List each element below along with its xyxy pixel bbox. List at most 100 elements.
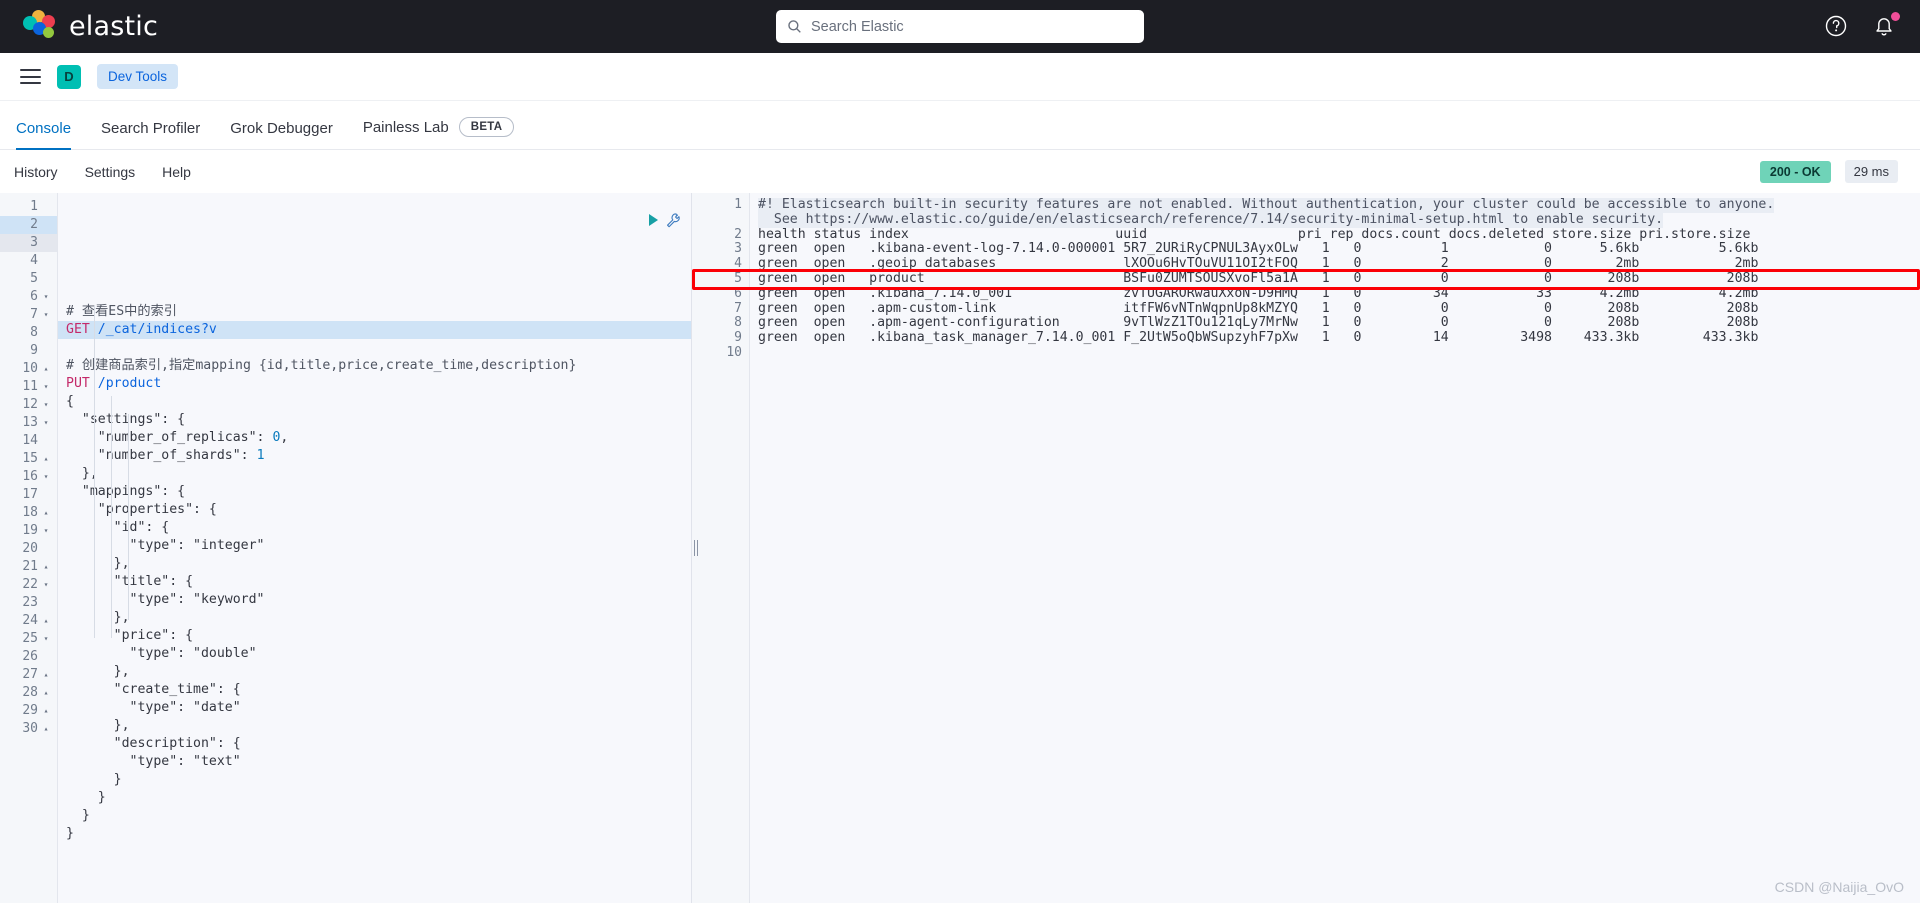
editor-line[interactable] xyxy=(58,339,691,357)
console-panes: 1 2 3 4 5 6 ▾ 7 ▾ 8 9 10 ▴ 11 ▾ 12 ▾ 13 ▾ 14 15 ▴ 16 ▾ 17 18 ▴ 19 ▾ 2… xyxy=(0,193,1920,903)
editor-line-number: 25 ▾ xyxy=(22,631,49,646)
dev-tools-tabs: Console Search Profiler Grok Debugger Pa… xyxy=(0,101,1920,150)
editor-line-number: 2 xyxy=(0,216,57,234)
editor-line[interactable]: "mappings": { xyxy=(58,483,691,501)
editor-line[interactable]: "type": "text" xyxy=(58,753,691,771)
console-toolbar: History Settings Help 200 - OK 29 ms xyxy=(0,150,1920,193)
editor-line-number: 27 ▴ xyxy=(22,667,49,682)
response-line: See https://www.elastic.co/guide/en/elas… xyxy=(758,211,1664,228)
search-input[interactable] xyxy=(811,18,1133,35)
editor-line[interactable]: "settings": { xyxy=(58,411,691,429)
editor-line[interactable]: } xyxy=(58,807,691,825)
elastic-brand[interactable]: elastic xyxy=(22,9,159,44)
editor-actions[interactable] xyxy=(649,211,691,229)
editor-line[interactable]: } xyxy=(58,789,691,807)
editor-line-number: 13 ▾ xyxy=(22,415,49,430)
editor-content[interactable]: # 查看ES中的索引 GET /_cat/indices?v # 创建商品索引,指… xyxy=(58,193,691,903)
editor-line-number: 12 ▾ xyxy=(22,397,49,412)
editor-line-number: 20 xyxy=(22,541,38,556)
editor-line-number: 30 ▴ xyxy=(22,721,49,736)
history-button[interactable]: History xyxy=(14,164,58,180)
pane-resizer[interactable] xyxy=(691,193,701,903)
status-badge: 200 - OK xyxy=(1759,160,1831,183)
editor-line-number: 19 ▾ xyxy=(22,523,49,538)
tab-search-profiler[interactable]: Search Profiler xyxy=(101,120,200,149)
run-request-icon[interactable] xyxy=(649,214,658,226)
request-options-icon[interactable] xyxy=(665,212,682,229)
editor-line[interactable]: "description": { xyxy=(58,735,691,753)
editor-line[interactable]: }, xyxy=(58,717,691,735)
editor-line-number: 16 ▾ xyxy=(22,469,49,484)
editor-line-number: 29 ▴ xyxy=(22,703,49,718)
editor-line[interactable]: "title": { xyxy=(58,573,691,591)
hamburger-menu-icon[interactable] xyxy=(20,69,41,84)
editor-line-number: 18 ▴ xyxy=(22,505,49,520)
brand-name: elastic xyxy=(69,11,159,42)
editor-line-number: 23 xyxy=(22,595,38,610)
editor-line[interactable]: "type": "keyword" xyxy=(58,591,691,609)
response-pane[interactable]: 1 2 3 4 5 6 7 8 9 10 #! Elasticsearch built-in se… xyxy=(692,193,1920,903)
editor-line-number: 22 ▾ xyxy=(22,577,49,592)
request-editor[interactable]: 1 2 3 4 5 6 ▾ 7 ▾ 8 9 10 ▴ 11 ▾ 12 ▾ 13 ▾ 14 15 ▴ 16 ▾ 17 18 ▴ 19 ▾ 2… xyxy=(0,193,692,903)
help-button[interactable]: Help xyxy=(162,164,191,180)
settings-button[interactable]: Settings xyxy=(85,164,136,180)
editor-line-number: 7 ▾ xyxy=(30,307,49,322)
editor-line[interactable]: }, xyxy=(58,555,691,573)
editor-line[interactable]: }, xyxy=(58,663,691,681)
tab-grok-debugger[interactable]: Grok Debugger xyxy=(230,120,333,149)
tab-console[interactable]: Console xyxy=(16,120,72,150)
response-line: green open .kibana_task_manager_7.14.0_0… xyxy=(758,330,1759,346)
editor-line[interactable]: "type": "integer" xyxy=(58,537,691,555)
editor-line-number: 15 ▴ xyxy=(22,451,49,466)
response-line: green open .apm-agent-configuration 9vTl… xyxy=(758,315,1759,331)
editor-line[interactable]: } xyxy=(58,825,691,843)
editor-line-number: 24 ▴ xyxy=(22,613,49,628)
editor-line[interactable]: "type": "double" xyxy=(58,645,691,663)
watermark: CSDN @Naijia_OvO xyxy=(1774,879,1904,895)
response-line: green open .apm-custom-link itfFW6vNTnWq… xyxy=(758,300,1759,316)
editor-line[interactable]: PUT /product xyxy=(58,375,691,393)
response-line: #! Elasticsearch built-in security featu… xyxy=(758,197,1775,213)
response-line: green open .geoip_databases lXOOu6HvTOuV… xyxy=(758,256,1759,272)
editor-line-number: 8 xyxy=(30,325,38,340)
editor-line-number: 26 xyxy=(22,649,38,664)
editor-line[interactable]: # 创建商品索引,指定mapping {id,title,price,creat… xyxy=(58,357,691,375)
help-icon[interactable] xyxy=(1824,14,1850,40)
response-line: green open .kibana_7.14.0_001 zvTUGARORw… xyxy=(758,285,1759,301)
breadcrumb-bar: D Dev Tools xyxy=(0,53,1920,101)
editor-line[interactable]: # 查看ES中的索引 xyxy=(58,303,691,321)
response-line: green open product BSFu0ZUMTSOUSXvoFl5a1… xyxy=(758,270,1759,286)
response-line xyxy=(750,346,1920,361)
elastic-logo-icon xyxy=(22,9,56,44)
editor-line-number: 9 xyxy=(30,343,38,358)
editor-line[interactable]: "id": { xyxy=(58,519,691,537)
editor-line[interactable]: "type": "date" xyxy=(58,699,691,717)
global-search[interactable] xyxy=(776,10,1144,43)
editor-line[interactable]: "properties": { xyxy=(58,501,691,519)
editor-line[interactable]: "price": { xyxy=(58,627,691,645)
response-line: green open .kibana-event-log-7.14.0-0000… xyxy=(758,241,1759,257)
response-scrollbar[interactable] xyxy=(1909,193,1920,903)
editor-line[interactable]: "number_of_shards": 1 xyxy=(58,447,691,465)
editor-line[interactable]: GET /_cat/indices?v xyxy=(58,321,691,339)
editor-line[interactable]: }, xyxy=(58,465,691,483)
editor-line[interactable]: } xyxy=(58,771,691,789)
editor-line[interactable]: "create_time": { xyxy=(58,681,691,699)
response-line: health status index uuid pri rep docs.co… xyxy=(758,226,1751,242)
space-avatar[interactable]: D xyxy=(57,64,81,89)
notifications-icon[interactable] xyxy=(1872,11,1900,40)
breadcrumb[interactable]: Dev Tools xyxy=(97,64,179,89)
editor-line-numbers: 1 2 3 4 5 6 ▾ 7 ▾ 8 9 10 ▴ 11 ▾ 12 ▾ 13 ▾ 14 15 ▴ 16 ▾ 17 18 ▴ 19 ▾ 2… xyxy=(0,193,58,903)
editor-line-number: 3 xyxy=(0,234,57,252)
notification-badge xyxy=(1891,11,1900,21)
response-content[interactable]: #! Elasticsearch built-in security featu… xyxy=(750,193,1920,903)
editor-line[interactable]: }, xyxy=(58,609,691,627)
tab-console-label: Console xyxy=(16,120,72,137)
editor-line[interactable]: { xyxy=(58,393,691,411)
editor-line[interactable]: "number_of_replicas": 0, xyxy=(58,429,691,447)
search-icon xyxy=(788,20,801,33)
tab-search-profiler-label: Search Profiler xyxy=(101,120,201,137)
tab-grok-debugger-label: Grok Debugger xyxy=(230,120,333,137)
editor-line-number: 17 xyxy=(22,487,38,502)
tab-painless-lab[interactable]: Painless Lab BETA xyxy=(363,117,515,149)
